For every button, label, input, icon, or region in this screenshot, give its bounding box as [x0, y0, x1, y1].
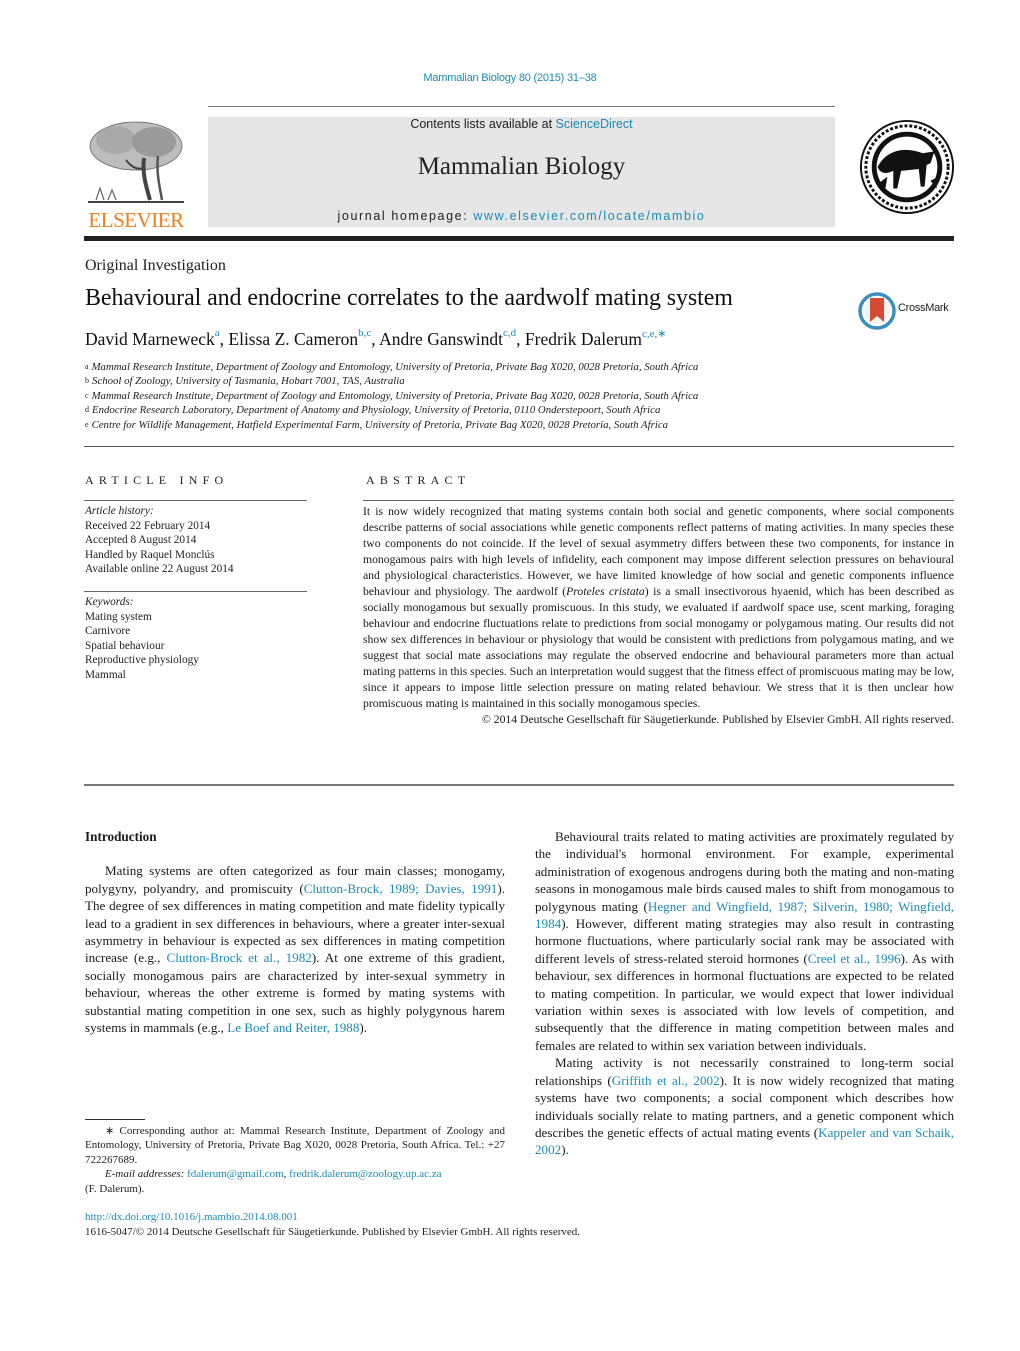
email-link[interactable]: fdalerum@gmail.com: [187, 1168, 284, 1180]
species-name: Proteles cristata: [566, 585, 645, 598]
affiliation-list: a Mammal Research Institute, Department o…: [85, 360, 698, 432]
author-affiliation-marker[interactable]: c,d: [503, 327, 516, 339]
citation-link[interactable]: Le Boef and Reiter, 1988: [227, 1020, 359, 1035]
author-affiliation-marker[interactable]: c,e,∗: [642, 328, 666, 340]
article-info-heading: ARTICLE INFO: [85, 473, 229, 487]
affiliation: d Endocrine Research Laboratory, Departme…: [85, 404, 661, 417]
homepage-prefix: journal homepage:: [337, 209, 474, 223]
keywords-divider: [84, 591, 307, 592]
affiliation: c Mammal Research Institute, Department o…: [85, 389, 699, 402]
email-label: E-mail addresses:: [105, 1168, 185, 1181]
issn-copyright: 1616-5047/© 2014 Deutsche Gesellschaft f…: [85, 1226, 581, 1238]
right-column: Behavioural traits related to mating act…: [535, 828, 954, 1159]
author[interactable]: Elissa Z. Cameronb,c: [228, 327, 371, 349]
footnote-marker: ∗: [105, 1125, 115, 1137]
affiliation: a Mammal Research Institute, Department o…: [85, 361, 699, 373]
masthead-divider: [84, 236, 954, 241]
citation-link[interactable]: Creel et al., 1996: [808, 951, 901, 966]
header-divider: [208, 106, 835, 107]
doi-link[interactable]: http://dx.doi.org/10.1016/j.mambio.2014.…: [85, 1211, 298, 1223]
article-title: Behavioural and endocrine correlates to …: [85, 285, 733, 311]
article-info-divider: [84, 500, 307, 501]
journal-masthead: Contents lists available at ScienceDirec…: [208, 117, 835, 227]
abstract-text: It is now widely recognized that mating …: [363, 505, 954, 726]
history-item: Received 22 February 2014: [85, 519, 211, 532]
left-column: Introduction Mating systems are often ca…: [85, 828, 505, 1036]
body-paragraph: Mating activity is not necessarily const…: [535, 1055, 954, 1158]
author-affiliation-marker[interactable]: b,c: [358, 327, 371, 339]
footnote-divider: [85, 1119, 145, 1120]
journal-name: Mammalian Biology: [417, 153, 626, 180]
abstract-divider: [363, 500, 954, 501]
corresponding-author-footnote: ∗ Corresponding author at: Mammal Resear…: [85, 1125, 506, 1195]
journal-citation-link[interactable]: Mammalian Biology 80 (2015) 31–38: [0, 72, 1020, 84]
email-link[interactable]: fredrik.dalerum@zoology.up.ac.za: [289, 1168, 441, 1180]
citation-link[interactable]: Clutton-Brock, 1989; Davies, 1991: [304, 881, 498, 896]
crossmark-icon: [858, 292, 896, 330]
email-owner: (F. Dalerum).: [85, 1182, 145, 1195]
body-divider: [84, 784, 954, 786]
homepage-link[interactable]: www.elsevier.com/locate/mambio: [473, 209, 705, 223]
author-list: David Marnewecka, Elissa Z. Cameronb,c, …: [85, 327, 667, 349]
author[interactable]: David Marnewecka: [85, 327, 220, 349]
keyword: Mammal: [85, 668, 126, 681]
affiliation-divider: [84, 446, 954, 447]
keywords-label: Keywords:: [85, 596, 134, 608]
body-paragraph: Mating systems are often categorized as …: [85, 863, 505, 1036]
affiliation: e Centre for Wildlife Management, Hatfiel…: [85, 418, 669, 431]
elsevier-logo: ELSEVIER: [84, 118, 188, 232]
keyword: Carnivore: [85, 625, 131, 637]
affiliation: b School of Zoology, University of Tasman…: [85, 375, 405, 388]
society-seal-icon: [859, 119, 955, 215]
keyword: Mating system: [85, 610, 152, 623]
author[interactable]: Fredrik Dalerumc,e,∗: [525, 328, 667, 349]
history-item: Handled by Raquel Monclús: [85, 548, 215, 561]
elsevier-tree-icon: [88, 121, 184, 203]
author[interactable]: Andre Ganswindtc,d: [379, 327, 516, 349]
history-item: Accepted 8 August 2014: [85, 534, 197, 546]
body-paragraph: Behavioural traits related to mating act…: [535, 829, 955, 1053]
history-label: Article history:: [85, 505, 154, 517]
contents-prefix: Contents lists available at: [410, 117, 556, 131]
keyword: Spatial behaviour: [85, 639, 165, 652]
abstract-heading: ABSTRACT: [366, 473, 471, 487]
abstract-copyright: © 2014 Deutsche Gesellschaft für Säugeti…: [481, 713, 954, 726]
keyword: Reproductive physiology: [85, 654, 199, 666]
citation-link[interactable]: Clutton-Brock et al., 1982: [166, 950, 311, 965]
crossmark-button[interactable]: CrossMark: [858, 292, 958, 330]
sciencedirect-link[interactable]: ScienceDirect: [556, 117, 633, 131]
article-type: Original Investigation: [85, 257, 226, 274]
introduction-heading: Introduction: [85, 829, 157, 844]
journal-homepage: journal homepage: www.elsevier.com/locat…: [208, 209, 835, 223]
keywords: Keywords: Mating system Carnivore Spatia…: [85, 595, 199, 682]
crossmark-label: CrossMark: [898, 302, 949, 314]
elsevier-wordmark: ELSEVIER: [88, 208, 184, 232]
citation-link[interactable]: Griffith et al., 2002: [612, 1073, 720, 1088]
author-affiliation-marker[interactable]: a: [215, 327, 220, 339]
contents-availability: Contents lists available at ScienceDirec…: [208, 117, 835, 131]
article-history: Article history: Received 22 February 20…: [85, 504, 234, 577]
history-item: Available online 22 August 2014: [85, 563, 234, 575]
